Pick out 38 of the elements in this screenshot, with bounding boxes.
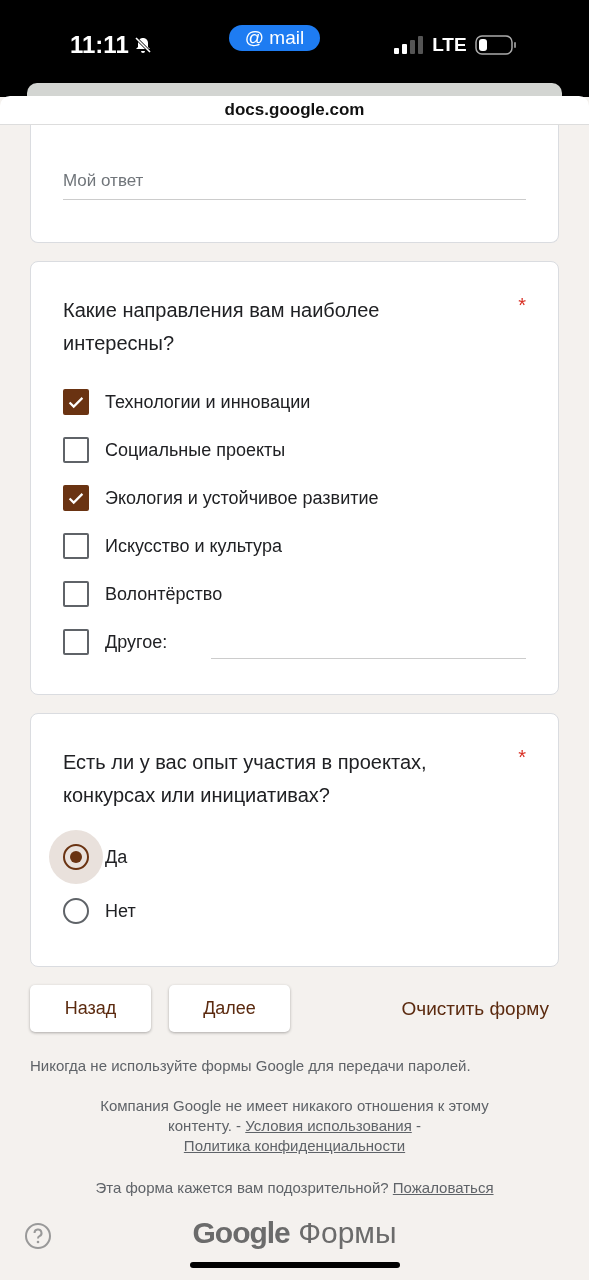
required-mark: * <box>518 294 526 318</box>
checkbox[interactable] <box>63 581 89 607</box>
disclaimer-text: Компания Google не имеет никакого отношения к этому контенту. - Условия использования - Политика конфиденциальности <box>99 1096 490 1156</box>
option-label[interactable]: Искусство и культура <box>105 535 282 557</box>
muted-bell-icon <box>132 34 153 55</box>
signal-icon <box>394 34 425 55</box>
clock-time: 11:11 <box>70 30 129 59</box>
password-warning: Никогда не используйте формы Google для передачи паролей. <box>30 1057 472 1074</box>
network-type: LTE <box>432 33 467 56</box>
option-label[interactable]: Другое: <box>105 631 168 653</box>
radio-button[interactable] <box>63 844 89 870</box>
option-label[interactable]: Волонтёрство <box>105 583 223 605</box>
question-card[interactable]: Мой ответ <box>30 125 559 243</box>
clear-form-button[interactable]: Очистить форму <box>401 997 559 1020</box>
report-text: Эта форма кажется вам подозрительной? Пожаловаться <box>94 1178 495 1198</box>
google-forms-logo: Google Формы <box>192 1216 397 1250</box>
question-title: Какие направления вам наиболее интересны? <box>63 298 381 356</box>
terms-link[interactable]: Условия использования <box>245 1117 412 1134</box>
back-button[interactable]: Назад <box>30 985 151 1032</box>
option-label[interactable]: Да <box>105 846 128 868</box>
checkbox[interactable] <box>63 533 89 559</box>
option-label[interactable]: Технологии и инновации <box>105 391 311 413</box>
next-button[interactable]: Далее <box>169 985 290 1032</box>
mail-pill[interactable]: @ mail <box>228 24 321 51</box>
checkbox[interactable] <box>63 485 89 511</box>
required-mark: * <box>518 746 526 770</box>
radio-button[interactable] <box>63 898 89 924</box>
privacy-link[interactable]: Политика конфиденциальности <box>183 1137 406 1154</box>
option-label[interactable]: Нет <box>105 900 136 922</box>
checkbox[interactable] <box>63 629 89 655</box>
option-label[interactable]: Социальные проекты <box>105 439 286 461</box>
checkbox[interactable] <box>63 389 89 415</box>
checkbox[interactable] <box>63 437 89 463</box>
address-bar[interactable]: docs.google.com <box>0 96 589 125</box>
report-link[interactable]: Пожаловаться <box>392 1179 494 1196</box>
option-label[interactable]: Экология и устойчивое развитие <box>105 487 379 509</box>
battery-icon <box>474 34 517 55</box>
question-title: Есть ли у вас опыт участия в проектах, конкурсах или инициативах? <box>63 750 428 808</box>
